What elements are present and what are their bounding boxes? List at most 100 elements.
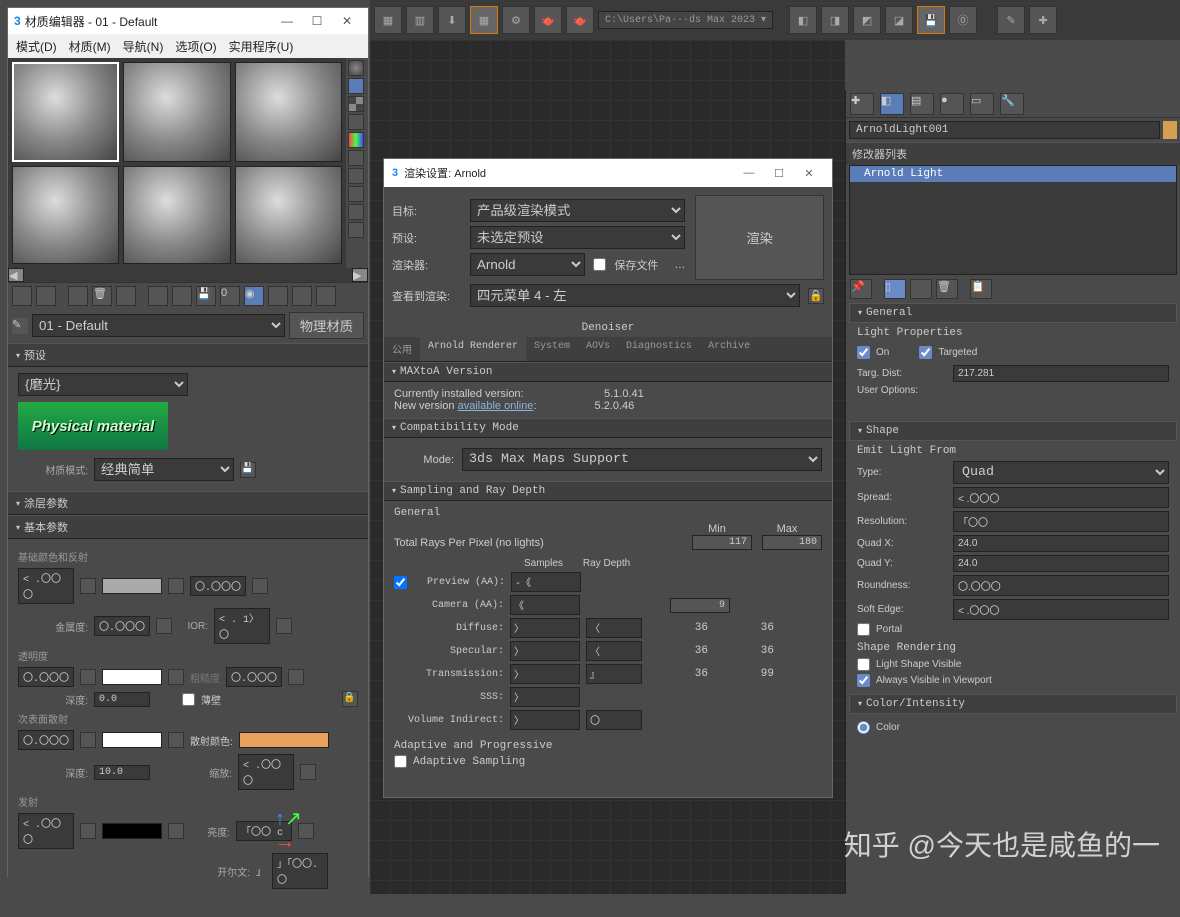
toolbar-btn[interactable]: ⬇ — [438, 6, 466, 34]
toolbar-btn[interactable]: 💾 — [917, 6, 945, 34]
modify-tab[interactable]: ◧ — [880, 93, 904, 115]
mat-tool[interactable] — [316, 286, 336, 306]
configure-sets-icon[interactable]: 📋 — [970, 279, 992, 299]
map-btn[interactable] — [80, 669, 96, 685]
sss-samples[interactable]: 〉 — [510, 687, 580, 707]
map-btn[interactable] — [168, 823, 184, 839]
toolbar-btn[interactable]: ⓪ — [949, 6, 977, 34]
portal-checkbox[interactable] — [857, 623, 870, 636]
mat-tool[interactable] — [148, 286, 168, 306]
minimize-button[interactable]: — — [734, 167, 764, 179]
render-button[interactable]: 渲染 — [695, 195, 824, 280]
create-tab[interactable]: ✚ — [850, 93, 874, 115]
kelvin-spinner[interactable]: 」「〇〇.〇 — [272, 853, 328, 889]
map-btn[interactable] — [300, 764, 316, 780]
material-slot-3[interactable] — [235, 62, 342, 162]
close-button[interactable]: ✕ — [332, 14, 362, 28]
user-options-field[interactable] — [857, 399, 1169, 417]
tab-common[interactable]: 公用 — [384, 337, 420, 361]
material-slot-2[interactable] — [123, 62, 230, 162]
mode-btn[interactable]: 💾 — [240, 462, 256, 478]
camera-samples[interactable]: 《 — [510, 595, 580, 615]
color-radio[interactable] — [857, 721, 870, 734]
quad-x-spinner[interactable]: 24.0 — [953, 535, 1169, 552]
object-color-swatch[interactable] — [1163, 121, 1177, 139]
map-btn[interactable] — [288, 669, 304, 685]
utilities-tab[interactable]: 🔧 — [1000, 93, 1024, 115]
side-tool[interactable] — [348, 150, 364, 166]
tab-diagnostics[interactable]: Diagnostics — [618, 337, 700, 361]
toolbar-btn[interactable]: ◪ — [885, 6, 913, 34]
opacity-spinner[interactable]: 〇.〇〇〇 — [18, 667, 74, 687]
roughness-spinner[interactable]: 〇.〇〇〇 — [190, 576, 246, 596]
light-shape-visible-checkbox[interactable] — [857, 658, 870, 671]
side-tool[interactable] — [348, 186, 364, 202]
thin-wall-checkbox[interactable] — [182, 693, 195, 706]
resolution-spinner[interactable]: 「〇〇 — [953, 511, 1169, 532]
menu-material[interactable]: 材质(M) — [69, 38, 111, 55]
preset-rollout-header[interactable]: 预设 — [8, 343, 368, 367]
eyedropper-icon[interactable]: ✎ — [12, 318, 28, 334]
preset-dropdown[interactable]: {磨光} — [18, 373, 188, 396]
mat-tool[interactable] — [172, 286, 192, 306]
lock-view-icon[interactable]: 🔒 — [808, 288, 824, 304]
diffuse-samples[interactable]: 〉 — [510, 618, 580, 638]
metalness-spinner[interactable]: 〇.〇〇〇 — [94, 616, 150, 636]
map-btn[interactable] — [168, 732, 184, 748]
view-dropdown[interactable]: 四元菜单 4 - 左 — [470, 284, 800, 307]
material-slot-6[interactable] — [235, 166, 342, 264]
mat-tool[interactable] — [12, 286, 32, 306]
map-btn[interactable] — [80, 732, 96, 748]
motion-tab[interactable]: ● — [940, 93, 964, 115]
mat-tool[interactable] — [116, 286, 136, 306]
toolbar-btn[interactable]: ◩ — [853, 6, 881, 34]
denoiser-tab[interactable]: Denoiser — [384, 319, 832, 337]
tab-aovs[interactable]: AOVs — [578, 337, 618, 361]
volume-depth[interactable]: 〇 — [586, 710, 642, 730]
volume-samples[interactable]: 〉 — [510, 710, 580, 730]
toolbar-btn[interactable]: ▥ — [406, 6, 434, 34]
menu-mode[interactable]: 模式(D) — [16, 38, 57, 55]
side-tool[interactable] — [348, 114, 364, 130]
material-slot-1[interactable] — [12, 62, 119, 162]
material-slot-5[interactable] — [123, 166, 230, 264]
sss-depth-spinner[interactable]: 10.0 — [94, 765, 150, 780]
maximize-button[interactable]: ☐ — [302, 14, 332, 28]
modifier-item-arnold-light[interactable]: Arnold Light — [850, 166, 1176, 182]
mat-tool[interactable]: 0 — [220, 286, 240, 306]
ior-spinner[interactable]: < . 1〉〇 — [214, 608, 270, 644]
color-intensity-rollout-header[interactable]: Color/Intensity — [849, 694, 1177, 714]
display-tab[interactable]: ▭ — [970, 93, 994, 115]
compat-mode-dropdown[interactable]: 3ds Max Maps Support — [462, 448, 822, 471]
roughness-spinner[interactable]: 〇.〇〇〇 — [226, 667, 282, 687]
mat-tool[interactable] — [68, 286, 88, 306]
always-visible-checkbox[interactable] — [857, 674, 870, 687]
remove-modifier-icon[interactable]: 🗑 — [936, 279, 958, 299]
map-btn[interactable] — [80, 578, 96, 594]
tab-system[interactable]: System — [526, 337, 578, 361]
adaptive-sampling-checkbox[interactable] — [394, 755, 407, 768]
map-btn[interactable] — [168, 669, 184, 685]
coating-rollout-header[interactable]: 涂层参数 — [8, 491, 368, 515]
soft-edge-spinner[interactable]: < .〇〇〇 — [953, 599, 1169, 620]
toolbar-btn-render[interactable]: ▦ — [470, 6, 498, 34]
target-dropdown[interactable]: 产品级渲染模式 — [470, 199, 685, 222]
object-name-field[interactable]: ArnoldLight001 — [849, 121, 1160, 139]
targ-dist-spinner[interactable]: 217.281 — [953, 365, 1169, 382]
modifier-list-label[interactable]: 修改器列表 — [846, 142, 1180, 165]
sss-color-swatch[interactable] — [102, 732, 162, 748]
toolbar-btn[interactable]: ✎ — [997, 6, 1025, 34]
tab-archive[interactable]: Archive — [700, 337, 758, 361]
side-tool[interactable] — [348, 204, 364, 220]
material-name-dropdown[interactable]: 01 - Default — [32, 314, 285, 337]
mat-tool[interactable]: ◉ — [244, 286, 264, 306]
opacity-color-swatch[interactable] — [102, 669, 162, 685]
scatter-color-swatch[interactable] — [239, 732, 329, 748]
side-tool[interactable] — [348, 168, 364, 184]
preview-aa-checkbox[interactable] — [394, 576, 407, 589]
preset-dropdown[interactable]: 未选定预设 — [470, 226, 685, 249]
map-btn[interactable] — [156, 618, 172, 634]
toolbar-btn[interactable]: ⚙ — [502, 6, 530, 34]
minimize-button[interactable]: — — [272, 14, 302, 28]
save-file-checkbox[interactable] — [593, 258, 606, 271]
